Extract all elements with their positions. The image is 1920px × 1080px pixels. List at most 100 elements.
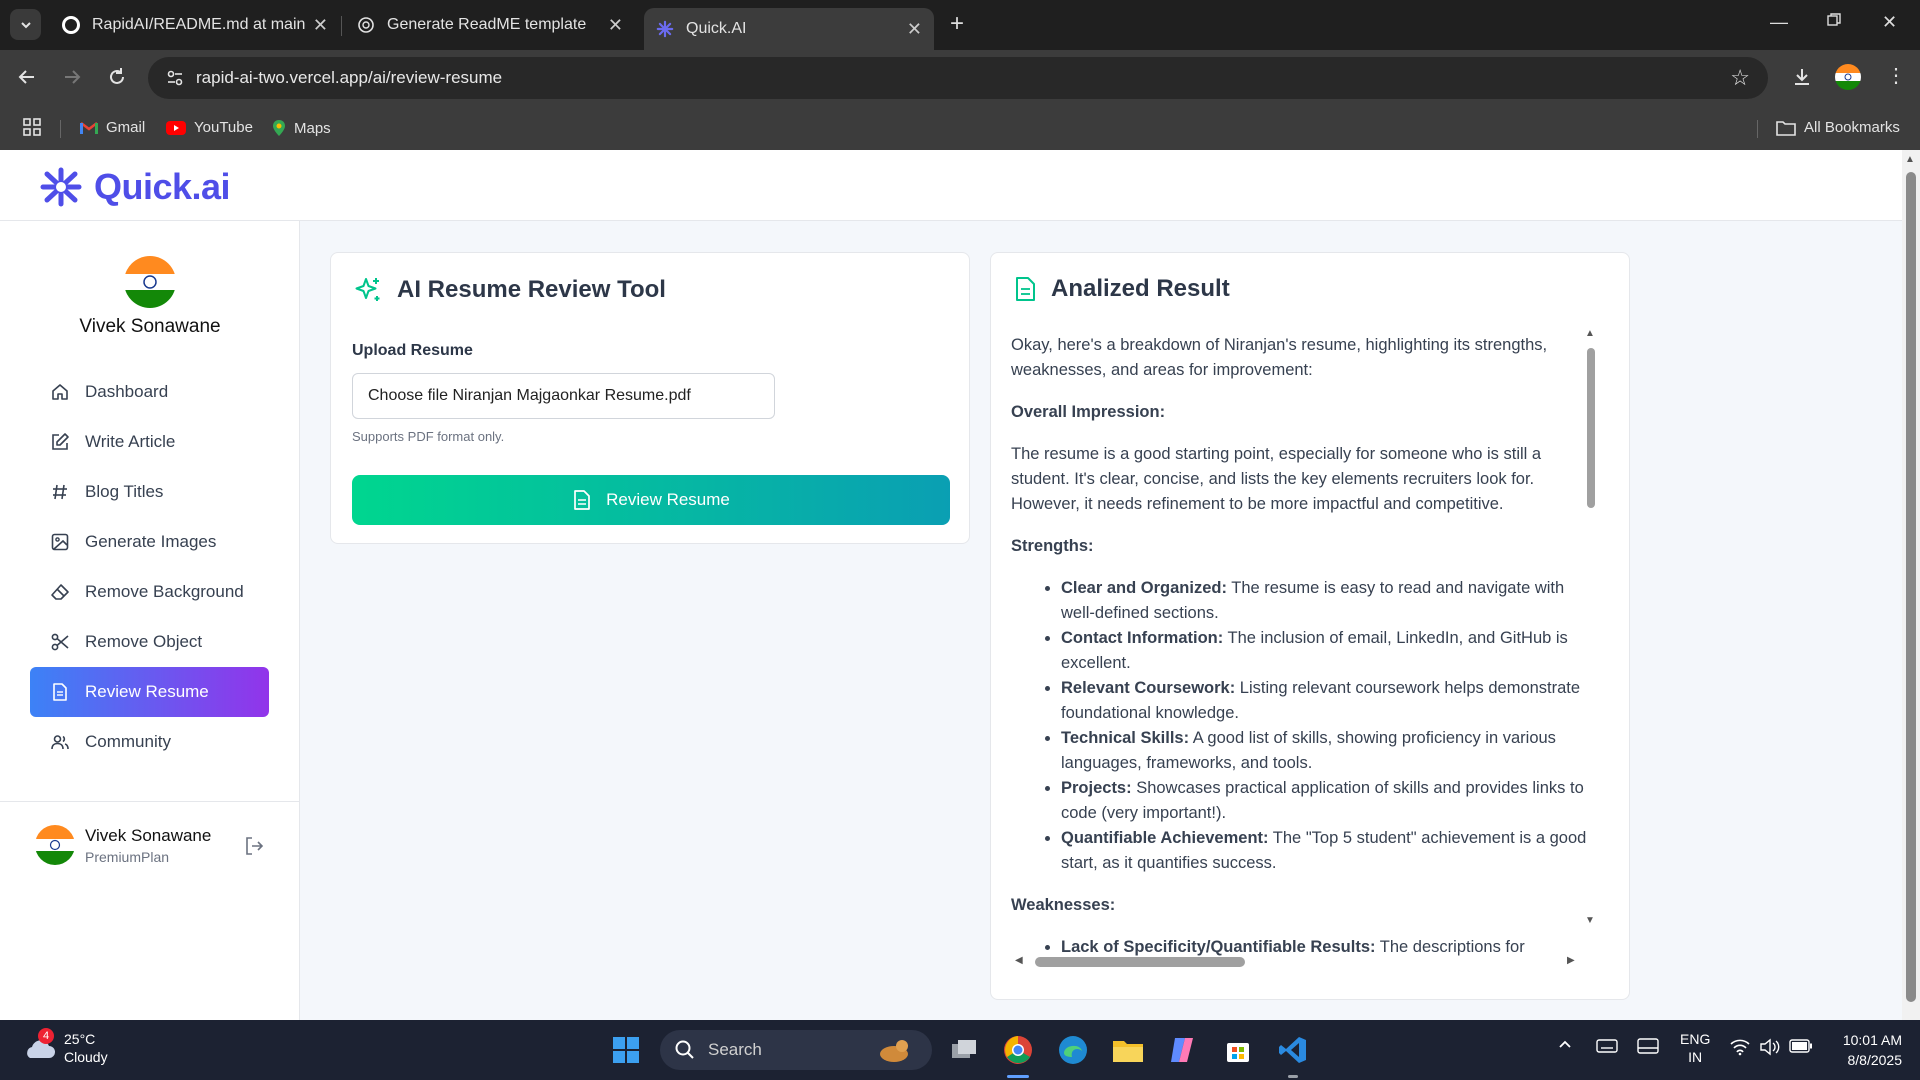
chrome-icon[interactable]: [1002, 1034, 1034, 1066]
page-vertical-scrollbar[interactable]: ▲: [1902, 150, 1920, 1020]
close-icon[interactable]: ✕: [608, 15, 623, 36]
system-clock[interactable]: 10:01 AM 8/8/2025: [1822, 1030, 1902, 1070]
item-bold: Quantifiable Achievement:: [1061, 829, 1269, 847]
touchpad-icon[interactable]: [1637, 1038, 1659, 1057]
forward-icon[interactable]: [61, 66, 83, 92]
close-window-icon[interactable]: ✕: [1882, 12, 1897, 33]
maps-pin-icon: [272, 119, 286, 137]
list-item: Technical Skills: A good list of skills,…: [1061, 726, 1591, 776]
overall-heading: Overall Impression:: [1011, 403, 1166, 421]
taskbar-search[interactable]: Search: [660, 1030, 932, 1070]
overall-text: The resume is a good starting point, esp…: [1011, 445, 1542, 513]
scroll-up-icon[interactable]: ▲: [1585, 328, 1595, 339]
download-icon[interactable]: [1790, 65, 1814, 94]
sidebar-item-generate-images[interactable]: Generate Images: [30, 517, 269, 567]
browser-tabstrip: RapidAI/README.md at main · ✕ Generate R…: [0, 0, 1920, 50]
scrollbar-thumb[interactable]: [1587, 348, 1595, 508]
avatar: [35, 825, 75, 865]
sidebar-item-dashboard[interactable]: Dashboard: [30, 367, 269, 417]
bookmark-label: Maps: [294, 119, 331, 137]
bookmark-gmail[interactable]: Gmail: [80, 119, 145, 136]
weather-widget[interactable]: 4 25°C Cloudy: [22, 1028, 108, 1066]
sidebar-item-label: Remove Object: [85, 632, 203, 651]
list-item: Clear and Organized: The resume is easy …: [1061, 576, 1591, 626]
wifi-icon[interactable]: [1729, 1038, 1751, 1059]
new-tab-button[interactable]: +: [950, 12, 964, 36]
reload-icon[interactable]: [106, 66, 128, 92]
result-vertical-scrollbar[interactable]: ▲ ▼: [1584, 328, 1596, 973]
store-icon[interactable]: [1222, 1034, 1254, 1066]
battery-icon[interactable]: [1789, 1039, 1813, 1056]
windows-taskbar: 4 25°C Cloudy Search ENG IN 10:01 AM 8/8…: [0, 1020, 1920, 1080]
scroll-left-icon[interactable]: ◀: [1015, 955, 1023, 966]
weather-condition: Cloudy: [64, 1049, 108, 1065]
copilot-icon[interactable]: [1166, 1034, 1198, 1066]
edge-icon[interactable]: [1057, 1034, 1089, 1066]
tab-chatgpt[interactable]: Generate ReadME template ✕: [345, 8, 635, 42]
sidebar-user-plan: PremiumPlan: [85, 848, 170, 865]
volume-icon[interactable]: [1759, 1038, 1781, 1059]
scroll-right-icon[interactable]: ▶: [1567, 955, 1575, 966]
result-horizontal-scrollbar[interactable]: ◀ ▶: [1011, 953, 1591, 969]
scroll-down-icon[interactable]: ▼: [1585, 915, 1595, 926]
all-bookmarks-button[interactable]: All Bookmarks: [1776, 119, 1900, 136]
language-indicator[interactable]: ENG IN: [1680, 1030, 1710, 1066]
logout-icon[interactable]: [243, 835, 265, 862]
tray-overflow-icon[interactable]: [1557, 1036, 1573, 1055]
browser-toolbar: rapid-ai-two.vercel.app/ai/review-resume…: [0, 50, 1920, 108]
file-explorer-icon[interactable]: [1112, 1034, 1144, 1066]
logo[interactable]: Quick.ai: [38, 166, 231, 208]
review-resume-label: Review Resume: [606, 490, 730, 509]
avatar[interactable]: [124, 256, 176, 308]
weather-temp: 25°C: [64, 1031, 96, 1047]
task-view-icon[interactable]: [948, 1034, 980, 1066]
vscode-icon[interactable]: [1277, 1034, 1309, 1066]
bookmark-star-icon[interactable]: ☆: [1730, 65, 1750, 91]
tab-search-button[interactable]: [10, 9, 41, 40]
sidebar-item-label: Dashboard: [85, 382, 169, 401]
active-app-indicator: [1007, 1075, 1029, 1078]
resume-file-input[interactable]: Choose file Niranjan Majgaonkar Resume.p…: [352, 373, 775, 419]
scrollbar-thumb[interactable]: [1035, 957, 1245, 967]
sidebar-user[interactable]: Vivek Sonawane PremiumPlan: [35, 825, 211, 865]
sidebar-item-remove-object[interactable]: Remove Object: [30, 617, 269, 667]
tab-title: Generate ReadME template: [387, 16, 587, 33]
logo-text: Quick.ai: [94, 166, 231, 207]
user-name: Vivek Sonawane: [79, 316, 221, 337]
bookmark-maps[interactable]: Maps: [272, 119, 331, 137]
sidebar-item-community[interactable]: Community: [30, 717, 269, 767]
site-info-icon[interactable]: [165, 68, 185, 93]
back-icon[interactable]: [16, 66, 38, 92]
bookmark-divider: [60, 120, 61, 138]
bookmarks-bar: Gmail YouTube Maps All Bookmarks: [0, 108, 1920, 150]
result-scroll-area[interactable]: Okay, here's a breakdown of Niranjan's r…: [1011, 333, 1591, 973]
tab-github[interactable]: RapidAI/README.md at main · ✕: [50, 8, 340, 42]
openai-icon: [357, 16, 375, 34]
apps-icon[interactable]: [22, 117, 42, 137]
sidebar-item-remove-background[interactable]: Remove Background: [30, 567, 269, 617]
tab-quickai[interactable]: Quick.AI ✕: [644, 8, 934, 50]
windows-start-icon[interactable]: [610, 1034, 642, 1066]
result-title-text: Analized Result: [1051, 275, 1230, 302]
sidebar-nav: Dashboard Write Article Blog Titles Gene…: [30, 367, 269, 767]
scrollbar-thumb[interactable]: [1906, 172, 1916, 1002]
review-resume-button[interactable]: Review Resume: [352, 475, 950, 525]
minimize-icon[interactable]: —: [1770, 12, 1788, 33]
bookmark-youtube[interactable]: YouTube: [166, 119, 253, 136]
strengths-list: Clear and Organized: The resume is easy …: [1011, 576, 1591, 876]
restore-icon[interactable]: [1826, 12, 1842, 33]
profile-avatar[interactable]: [1834, 63, 1862, 96]
sidebar-item-label: Write Article: [85, 432, 176, 451]
scroll-up-icon[interactable]: ▲: [1905, 154, 1915, 165]
sidebar-item-review-resume[interactable]: Review Resume: [30, 667, 269, 717]
close-icon[interactable]: ✕: [313, 15, 328, 36]
menu-icon[interactable]: ⋮: [1886, 63, 1906, 88]
sidebar: Vivek Sonawane Dashboard Write Article B…: [0, 221, 300, 1020]
close-icon[interactable]: ✕: [907, 19, 922, 40]
quickai-favicon-icon: [656, 20, 674, 38]
sidebar-item-blog-titles[interactable]: Blog Titles: [30, 467, 269, 517]
upload-label: Upload Resume: [352, 342, 473, 359]
sidebar-item-write-article[interactable]: Write Article: [30, 417, 269, 467]
keyboard-icon[interactable]: [1596, 1038, 1618, 1057]
address-bar[interactable]: rapid-ai-two.vercel.app/ai/review-resume…: [148, 57, 1768, 99]
